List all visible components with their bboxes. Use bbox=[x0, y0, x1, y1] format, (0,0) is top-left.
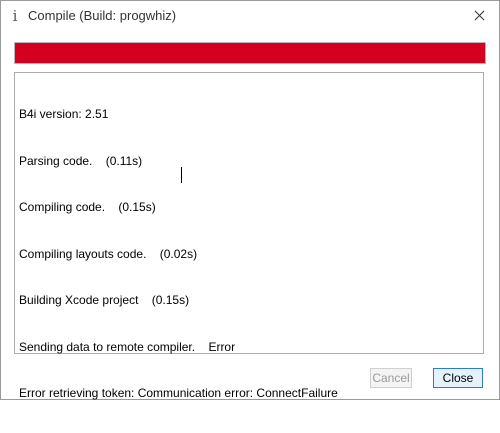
compile-log[interactable]: B4i version: 2.51 Parsing code. (0.11s) … bbox=[14, 72, 484, 400]
log-line: Compiling layouts code. (0.02s) bbox=[19, 246, 198, 261]
text-cursor bbox=[181, 167, 182, 183]
log-line: Compiling code. (0.15s) bbox=[19, 200, 156, 214]
window-close-button[interactable] bbox=[459, 1, 499, 31]
window-title: Compile (Build: progwhiz) bbox=[28, 8, 177, 23]
info-icon: i bbox=[12, 7, 18, 25]
cancel-button[interactable]: Cancel bbox=[370, 368, 412, 388]
log-line: Building Xcode project (0.15s) bbox=[19, 293, 190, 307]
log-line: Parsing code. (0.11s) bbox=[19, 153, 143, 168]
log-lines: B4i version: 2.51 Parsing code. (0.11s) … bbox=[19, 76, 338, 433]
log-line: Sending data to remote compiler. Error bbox=[19, 339, 236, 354]
close-button[interactable]: Close bbox=[433, 368, 483, 388]
progress-fill bbox=[15, 43, 485, 63]
log-line: Error retrieving token: Communication er… bbox=[19, 386, 338, 400]
title-bar[interactable]: i Compile (Build: progwhiz) bbox=[1, 1, 499, 31]
log-line: B4i version: 2.51 bbox=[19, 107, 109, 121]
progress-bar bbox=[14, 42, 486, 64]
close-icon bbox=[475, 10, 485, 20]
compile-dialog: i Compile (Build: progwhiz) B4i version:… bbox=[0, 0, 500, 400]
